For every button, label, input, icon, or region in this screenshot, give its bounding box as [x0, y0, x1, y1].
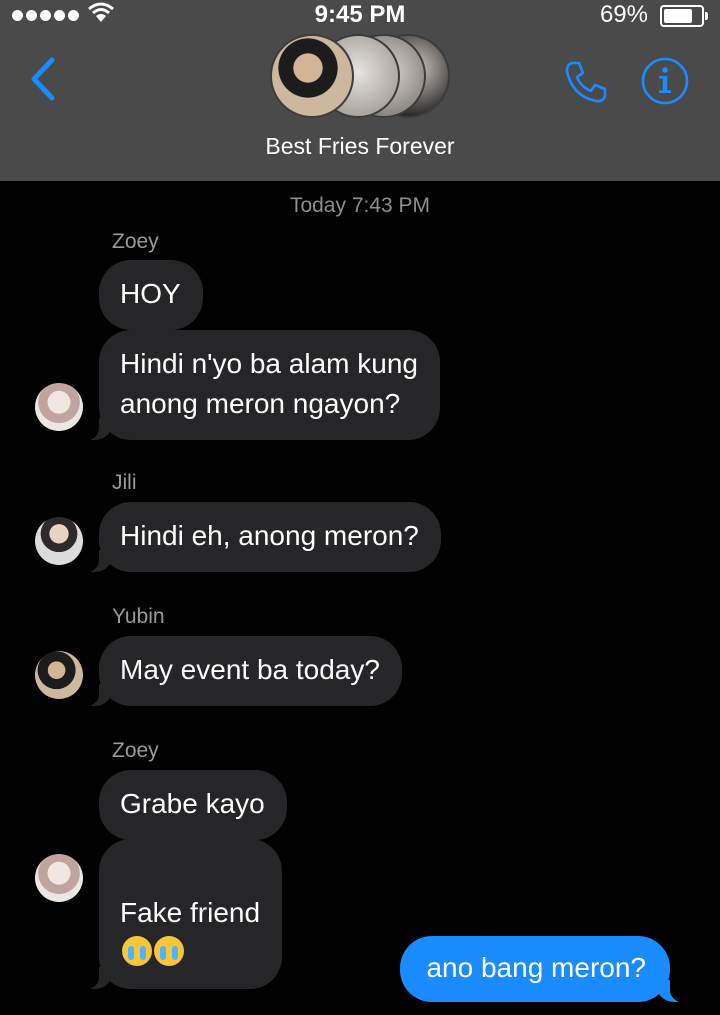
message-bubble[interactable]: May event ba today? [85, 636, 402, 706]
back-chevron-icon[interactable] [26, 56, 60, 102]
loudly-crying-face-emoji-icon [154, 936, 184, 966]
battery-icon [660, 5, 708, 27]
outgoing-message-bubble[interactable]: ano bang meron? [400, 936, 684, 1002]
info-icon[interactable] [640, 56, 690, 106]
message-bubble[interactable]: Hindi n'yo ba alam kung anong meron ngay… [85, 330, 440, 440]
sender-name: Yubin [112, 605, 165, 628]
sender-name: Jili [112, 471, 137, 494]
status-bar: 9:45 PM 69% [0, 0, 720, 30]
sender-name: Zoey [112, 739, 159, 762]
group-avatar-1 [270, 34, 354, 118]
message-text: Fake friend [120, 897, 261, 928]
phone-icon[interactable] [562, 58, 610, 106]
message-bubble[interactable]: Hindi eh, anong meron? [85, 502, 441, 572]
sender-name: Zoey [112, 230, 159, 253]
battery-percent: 69% [599, 1, 648, 28]
message-bubble[interactable]: Grabe kayo [99, 770, 287, 840]
avatar-jili[interactable] [35, 517, 83, 565]
message-bubble[interactable]: Fake friend [84, 839, 283, 989]
loudly-crying-face-emoji-icon [122, 936, 152, 966]
conversation-header: 9:45 PM 69% Best Fries Forever [0, 0, 720, 181]
avatar-zoey[interactable] [35, 383, 83, 431]
group-avatar-stack[interactable] [270, 34, 450, 118]
message-bubble[interactable]: HOY [99, 260, 203, 330]
chat-timestamp: Today 7:43 PM [289, 194, 431, 217]
avatar-zoey[interactable] [35, 854, 83, 902]
avatar-yubin[interactable] [35, 651, 83, 699]
group-name[interactable]: Best Fries Forever [0, 133, 720, 160]
